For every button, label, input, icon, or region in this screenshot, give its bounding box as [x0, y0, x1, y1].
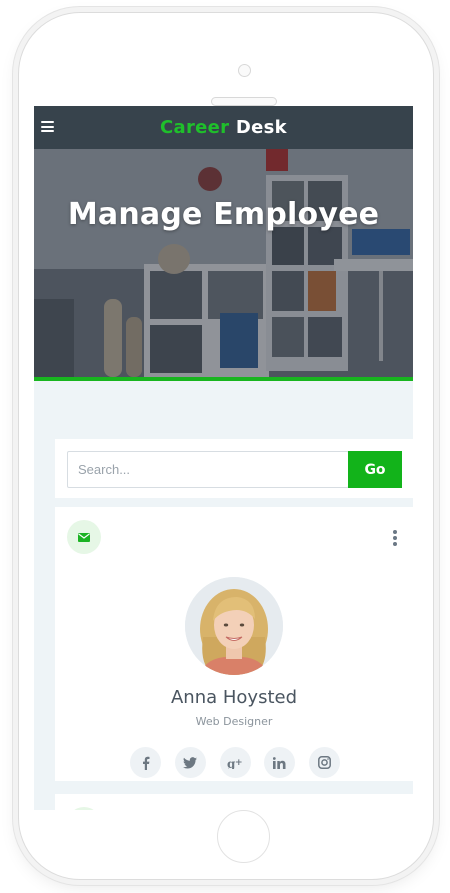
mail-icon[interactable] [67, 520, 101, 554]
search-card: Go [55, 439, 413, 498]
hero-banner: Manage Employee [34, 149, 413, 381]
home-button[interactable] [217, 810, 270, 863]
social-links: g + [130, 747, 340, 778]
go-button[interactable]: Go [348, 451, 402, 488]
facebook-icon[interactable] [130, 747, 161, 778]
employee-name: Anna Hoysted [170, 687, 298, 708]
twitter-icon[interactable] [174, 747, 206, 778]
speaker-grille [211, 97, 277, 106]
search-input[interactable] [67, 451, 349, 488]
camera-icon [238, 64, 251, 77]
menu-icon[interactable] [41, 121, 54, 132]
brand-logo[interactable]: Career Desk [160, 117, 287, 138]
page-title: Manage Employee [67, 197, 380, 232]
employee-card-next [55, 794, 413, 810]
brand-part-desk: Desk [235, 117, 287, 138]
svg-text:+: + [235, 758, 243, 768]
top-bar: Career Desk [34, 106, 413, 149]
instagram-icon[interactable] [309, 747, 340, 778]
brand-part-career: Career [160, 117, 230, 138]
mail-icon[interactable] [67, 807, 101, 810]
employee-card: Anna Hoysted Web Designer g + [55, 507, 413, 781]
linkedin-icon[interactable] [264, 747, 296, 778]
employee-role: Web Designer [195, 715, 273, 728]
more-options-icon[interactable] [391, 530, 399, 548]
google-plus-icon[interactable]: g + [219, 747, 251, 778]
avatar [185, 577, 283, 675]
hero-overlay [34, 149, 413, 377]
app-screen: Career Desk Manage Employee Search... Go… [34, 106, 413, 810]
